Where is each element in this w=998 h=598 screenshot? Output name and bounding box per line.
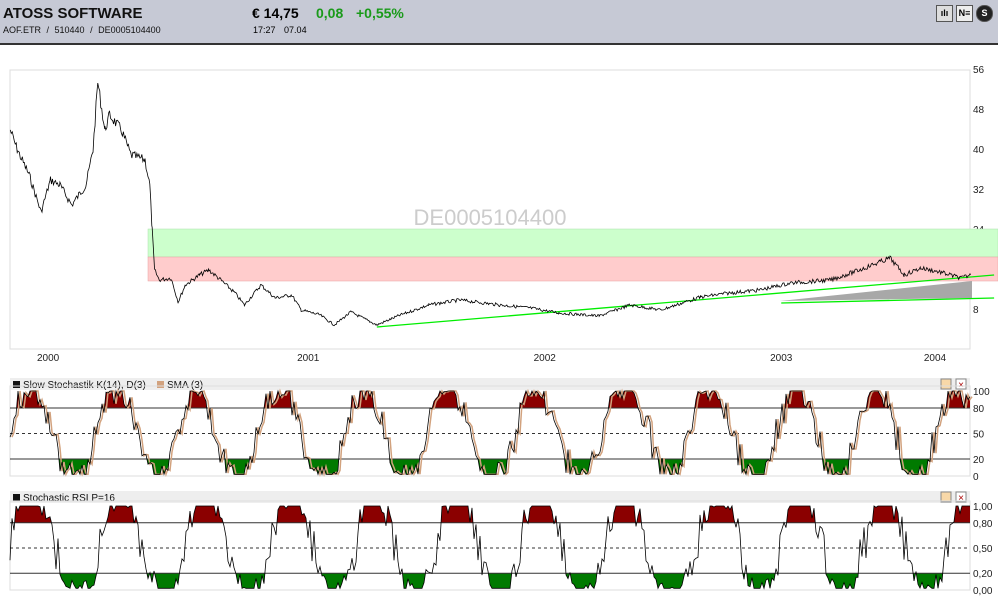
price-zone-green [147, 228, 998, 258]
legend-swatch [13, 494, 20, 501]
watermark: DE0005104400 [414, 205, 567, 230]
y-tick-label: 48 [973, 105, 985, 116]
indicator-header [10, 378, 970, 390]
indicator-settings-button[interactable] [940, 378, 952, 390]
legend-swatch [13, 381, 20, 388]
x-tick-label: 2004 [924, 353, 947, 364]
y-tick-label: 50 [973, 430, 985, 441]
y-tick-label: 0,50 [973, 544, 993, 555]
x-tick-label: 2001 [297, 353, 320, 364]
y-tick-label: 20 [973, 455, 985, 466]
x-tick-label: 2003 [770, 353, 793, 364]
x-tick-label: 2002 [534, 353, 557, 364]
y-tick-label: 32 [973, 185, 985, 196]
oversold-fill [10, 573, 970, 589]
indicator-title: Stochastic RSI P=16 [23, 493, 115, 504]
y-tick-label: 80 [973, 404, 985, 415]
price-zone-red [147, 256, 998, 282]
y-tick-label: 1,00 [973, 502, 993, 513]
y-tick-label: 0 [973, 472, 979, 483]
y-tick-label: 0,20 [973, 569, 993, 580]
chart-canvas[interactable]: 5648403224168DE0005104400200020012002200… [0, 0, 998, 598]
close-icon: × [958, 493, 964, 504]
y-tick-label: 0,00 [973, 586, 993, 597]
sma-legend-swatch [157, 381, 164, 388]
oversold-fill [10, 459, 970, 475]
y-tick-label: 56 [973, 65, 985, 76]
y-tick-label: 40 [973, 145, 985, 156]
y-tick-label: 0,80 [973, 519, 993, 530]
y-tick-label: 8 [973, 305, 979, 316]
x-tick-label: 2000 [37, 353, 60, 364]
y-tick-label: 100 [973, 387, 990, 398]
